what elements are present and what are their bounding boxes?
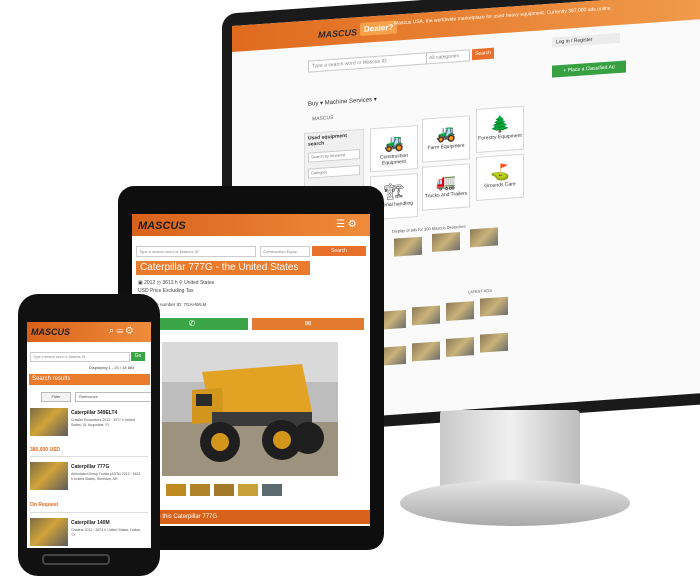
phone-icon: ✆	[188, 319, 196, 328]
latest-ads-sublabel: LATEST ADS	[468, 287, 492, 295]
phone-search-input[interactable]: Type a search word or Mascus ID	[30, 352, 130, 362]
listing-description: Graders 2012 · 5874 h United States, Dal…	[71, 528, 141, 537]
category-forestry[interactable]: 🌲 Forestry Equipment	[476, 105, 524, 153]
listing-description: Articulated Dump Trucks (ADTs) 2012 · 94…	[71, 472, 141, 481]
listing-name[interactable]: Caterpillar 777G	[71, 464, 109, 470]
tablet-logo[interactable]: MASCUS	[138, 220, 186, 232]
results-count: Displaying 1 - 20 / 18 684	[89, 365, 135, 370]
phone-logo[interactable]: MASCUS	[31, 327, 70, 337]
listing-tax-note: USD Price Excluding Tax	[138, 288, 194, 294]
search-icon[interactable]: ⌕ ☰ ⚙	[109, 325, 133, 336]
envelope-icon: ✉	[304, 319, 312, 328]
dump-truck-illustration	[162, 342, 338, 476]
tablet-search-button[interactable]: Search	[312, 246, 366, 256]
photo-thumbnail-strip	[166, 484, 336, 498]
listing-name[interactable]: Caterpillar 349ELT4	[71, 410, 117, 416]
phone-home-button[interactable]	[42, 554, 110, 565]
ad-thumbnail[interactable]	[480, 296, 508, 317]
desktop-nav[interactable]: Buy ▾ Machine Services ▾	[308, 96, 377, 108]
monitor-stand-base	[400, 480, 630, 526]
ad-thumbnail[interactable]	[446, 301, 474, 322]
email-button[interactable]: ✉	[252, 318, 364, 330]
photo-thumbnail[interactable]	[262, 484, 282, 496]
see-listing-link[interactable]: See this Caterpillar 777G	[132, 510, 370, 524]
place-ad-button[interactable]: + Place a Classified Ad	[552, 60, 626, 78]
tablet-search-input[interactable]: Type a search word or Mascus ID	[136, 246, 256, 257]
phone-screen: MASCUS ⌕ ☰ ⚙ Type a search word or Mascu…	[27, 322, 151, 548]
category-construction[interactable]: 🚜 Construction Equipment	[370, 124, 418, 173]
ad-thumbnail[interactable]	[480, 332, 508, 353]
listing-name[interactable]: Caterpillar 140M	[71, 520, 110, 526]
ad-thumbnail[interactable]	[412, 305, 440, 326]
photo-thumbnail[interactable]	[166, 484, 186, 496]
ad-thumbnail[interactable]	[412, 341, 440, 362]
category-farm[interactable]: 🚜 Farm Equipment	[422, 115, 470, 163]
listing-photo[interactable]	[162, 342, 338, 476]
category-grounds[interactable]: ⛳ Grounds Care	[476, 153, 524, 201]
ad-thumbnail[interactable]	[432, 232, 460, 253]
tablet-category-input[interactable]: Construction Equip	[260, 246, 310, 257]
listing-specs: ▣ 2012 ◷ 3613 h ⚲ United States	[138, 280, 215, 286]
listing-image[interactable]	[30, 518, 68, 546]
listing-price: 380,000 USD	[30, 447, 61, 453]
ad-thumbnail[interactable]	[446, 337, 474, 358]
photo-thumbnail[interactable]	[190, 484, 210, 496]
sort-select[interactable]: Relevance	[75, 392, 151, 402]
listing-title: Caterpillar 777G - the United States	[136, 261, 310, 275]
photo-thumbnail[interactable]	[238, 484, 258, 496]
desktop-search-input[interactable]: Type a search word or Mascus ID	[308, 52, 429, 73]
ad-thumbnail[interactable]	[470, 227, 498, 248]
menu-icon[interactable]: ☰ ⚙	[336, 219, 357, 230]
tablet-screen: MASCUS ☰ ⚙ Type a search word or Mascus …	[132, 214, 370, 526]
listing-image[interactable]	[30, 408, 68, 436]
category-trucks[interactable]: 🚛 Trucks and Trailers	[422, 163, 470, 211]
listing-image[interactable]	[30, 462, 68, 490]
login-link[interactable]: Log in / Register	[552, 32, 620, 48]
list-divider	[30, 512, 148, 513]
list-divider	[30, 456, 148, 457]
phone-search-button[interactable]: Go	[131, 352, 145, 361]
desktop-search-button[interactable]: Search	[472, 47, 494, 61]
ad-thumbnail[interactable]	[394, 236, 422, 257]
breadcrumb[interactable]: MASCUS	[312, 115, 333, 122]
listing-description: Crawler Excavators 2013 · 3377 h United …	[71, 418, 136, 427]
listing-price: On Request	[30, 502, 59, 508]
dealer-button[interactable]: Dealer?	[360, 20, 398, 37]
filter-button[interactable]: Filter	[41, 392, 71, 402]
category-select[interactable]: All categories	[426, 49, 470, 65]
photo-thumbnail[interactable]	[214, 484, 234, 496]
search-results-title: Search results	[29, 374, 150, 385]
